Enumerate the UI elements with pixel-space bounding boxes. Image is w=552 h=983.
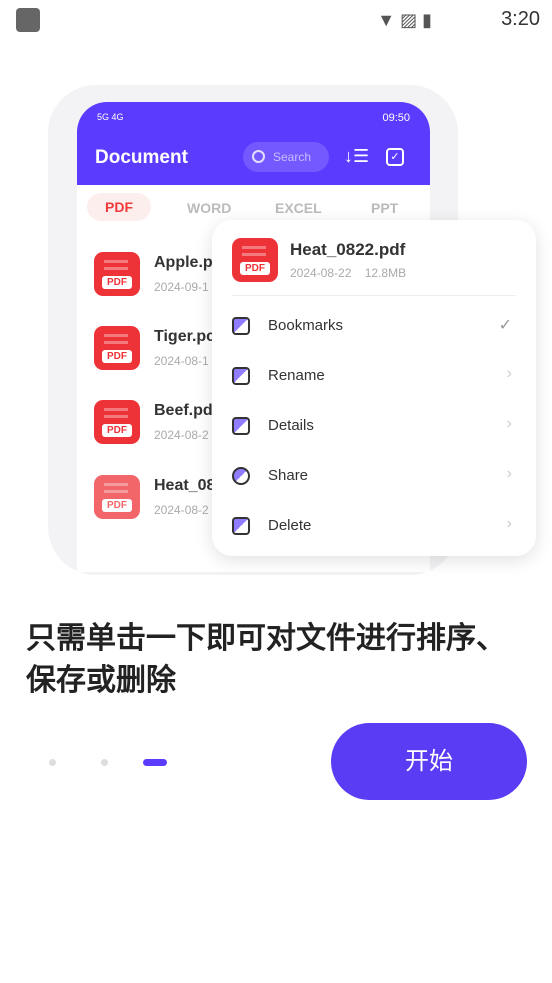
trash-icon: [232, 517, 250, 535]
start-button[interactable]: 开始: [331, 723, 527, 800]
page-dot-2[interactable]: [101, 759, 108, 766]
chevron-right-icon: ›: [506, 465, 512, 482]
mockup-title: Document: [95, 147, 188, 168]
file-name: Beef.pd: [154, 402, 213, 419]
mockup-time: 09:50: [382, 112, 410, 124]
menu-item-rename: Rename ›: [232, 361, 516, 391]
file-date: 2024-09-1: [154, 280, 209, 294]
share-icon: [232, 467, 250, 485]
menu-item-bookmarks: Bookmarks ✓: [232, 311, 516, 341]
bookmark-icon: [232, 317, 250, 335]
file-name: Tiger.pc: [154, 328, 216, 345]
divider: [232, 295, 516, 296]
mockup-search: Search: [243, 142, 329, 172]
menu-item-delete: Delete ›: [232, 511, 516, 541]
tab-ppt: PPT: [371, 200, 399, 216]
wifi-battery-icons: ▼ ▨ ▮: [377, 10, 432, 30]
page-dot-1[interactable]: [49, 759, 56, 766]
menu-item-share: Share ›: [232, 461, 516, 491]
file-name: Apple.p: [154, 254, 213, 271]
file-date: 2024-08-2: [154, 428, 209, 442]
file-date: 2024-08-2: [154, 503, 209, 517]
check-icon: ✓: [498, 317, 512, 334]
file-name: Heat_08: [154, 477, 216, 494]
popup-file-meta: 2024-08-22 12.8MB: [290, 266, 407, 280]
tab-word: WORD: [187, 200, 232, 216]
search-placeholder: Search: [273, 150, 312, 164]
mockup-header: 5G 4G 09:50 Document Search ↓☰ ✓: [77, 102, 430, 185]
pdf-file-icon: PDF: [94, 252, 140, 296]
status-bar: ▼ ▨ ▮ 3:20: [0, 0, 552, 38]
chevron-right-icon: ›: [506, 415, 512, 432]
pdf-file-icon: PDF: [94, 475, 140, 519]
pdf-file-icon: PDF: [94, 326, 140, 370]
signal-icon: 5G 4G: [97, 112, 124, 122]
pdf-file-icon: PDF: [94, 400, 140, 444]
pdf-file-icon: PDF: [232, 238, 278, 282]
checkbox-icon: ✓: [386, 148, 404, 166]
file-action-popup: PDF Heat_0822.pdf 2024-08-22 12.8MB Book…: [212, 220, 536, 556]
clock: 3:20: [501, 8, 540, 30]
app-notification-icon: [16, 8, 40, 32]
page-dot-3-active[interactable]: [143, 759, 167, 766]
onboarding-headline: 只需单击一下即可对文件进行排序、保存或删除: [26, 622, 506, 697]
chevron-right-icon: ›: [506, 515, 512, 532]
tab-pdf: PDF: [87, 193, 151, 221]
text-cursor-icon: [232, 367, 250, 385]
file-date: 2024-08-1: [154, 354, 209, 368]
search-icon: [252, 150, 265, 163]
sort-icon: ↓☰: [344, 146, 370, 166]
tab-excel: EXCEL: [275, 200, 322, 216]
chevron-right-icon: ›: [506, 365, 512, 382]
document-icon: [232, 417, 250, 435]
menu-item-details: Details ›: [232, 411, 516, 441]
popup-file-name: Heat_0822.pdf: [290, 240, 406, 259]
